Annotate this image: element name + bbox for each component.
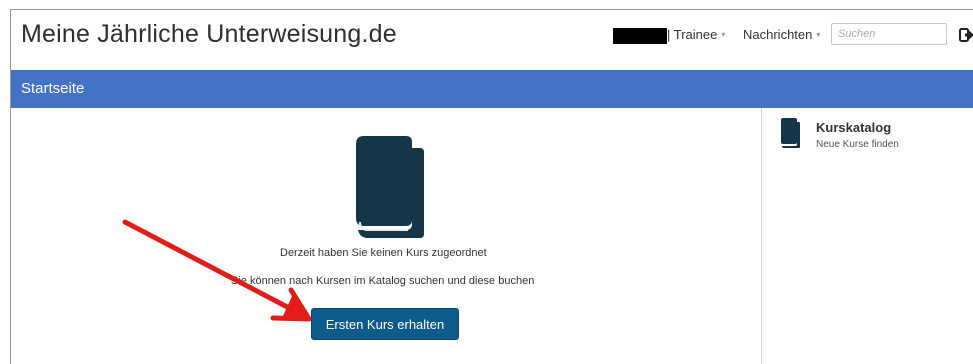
page-header-bar: Startseite bbox=[11, 70, 973, 108]
user-role-label: | Trainee bbox=[667, 27, 718, 42]
search-input[interactable] bbox=[831, 23, 947, 45]
catalog-hint-message: Sie können nach Kursen im Katalog suchen… bbox=[231, 275, 535, 287]
user-menu[interactable]: | Trainee ▾ bbox=[667, 27, 725, 42]
book-icon bbox=[356, 136, 424, 238]
chevron-down-icon: ▾ bbox=[816, 30, 821, 39]
empty-course-message: Derzeit haben Sie keinen Kurs zugeordnet bbox=[280, 247, 487, 259]
page-title: Startseite bbox=[21, 80, 85, 97]
app-window: Meine Jährliche Unterweisung.de | Traine… bbox=[10, 9, 973, 364]
site-title[interactable]: Meine Jährliche Unterweisung.de bbox=[21, 20, 397, 49]
catalog-link[interactable]: Kurskatalog bbox=[816, 120, 891, 135]
get-first-course-button[interactable]: Ersten Kurs erhalten bbox=[311, 308, 459, 340]
messages-label: Nachrichten bbox=[743, 27, 813, 42]
logout-icon[interactable] bbox=[959, 27, 973, 43]
column-divider bbox=[761, 108, 762, 364]
chevron-down-icon: ▾ bbox=[721, 30, 726, 39]
book-icon bbox=[781, 118, 800, 148]
catalog-subtitle: Neue Kurse finden bbox=[816, 139, 899, 150]
messages-menu[interactable]: Nachrichten ▾ bbox=[743, 27, 820, 42]
red-arrow-annotation bbox=[122, 219, 312, 322]
redacted-username bbox=[613, 28, 667, 44]
top-navbar: Meine Jährliche Unterweisung.de | Traine… bbox=[11, 10, 973, 60]
